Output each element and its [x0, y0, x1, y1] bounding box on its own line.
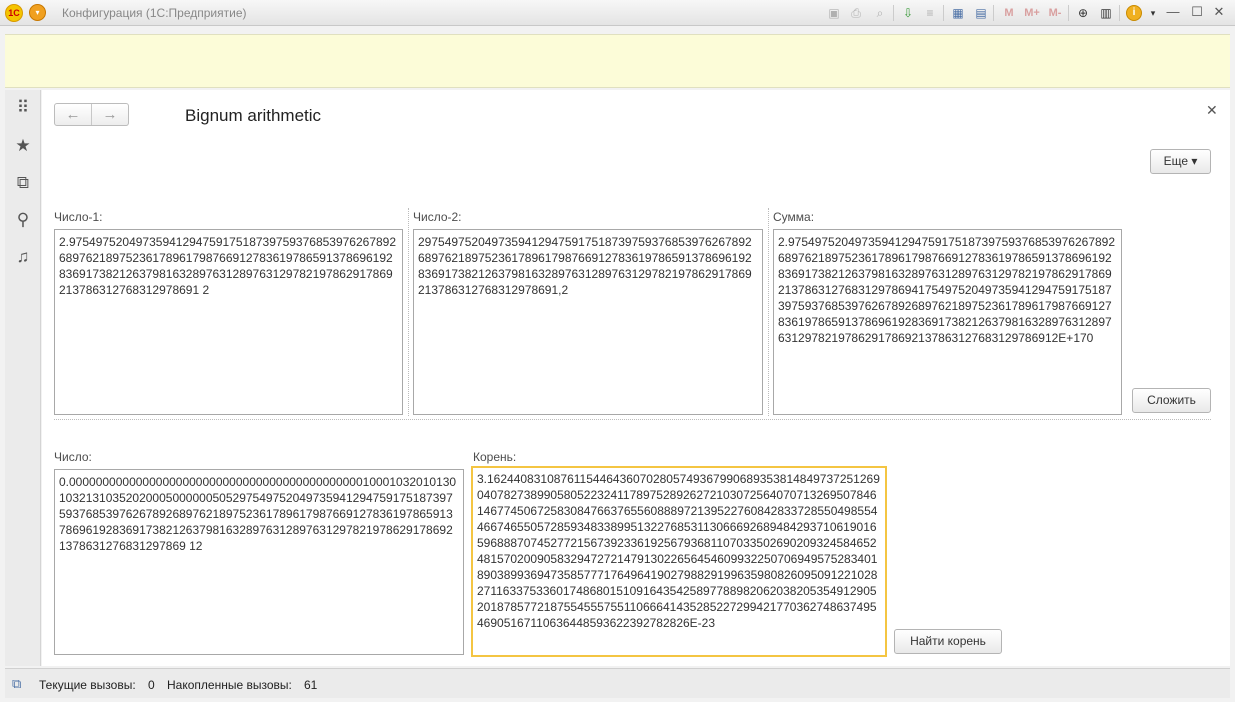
number1-label: Число-1:: [54, 210, 103, 224]
toolbar-separator: [943, 5, 944, 21]
sum-label: Сумма:: [773, 210, 815, 224]
find-root-button[interactable]: Найти корень: [894, 629, 1002, 654]
server-calls-icon[interactable]: ⧉: [12, 676, 30, 692]
toolbar-separator: [1119, 5, 1120, 21]
toolbar-separator: [993, 5, 994, 21]
memory-plus-icon[interactable]: M+: [1022, 5, 1042, 21]
print-icon[interactable]: ⎙: [848, 5, 864, 21]
memory-minus-icon[interactable]: M-: [1045, 5, 1065, 21]
number-field[interactable]: 0.00000000000000000000000000000000000000…: [54, 469, 464, 655]
column-separator: [768, 208, 769, 416]
preview-icon[interactable]: ⌕: [872, 5, 888, 21]
back-arrow-icon[interactable]: ←: [55, 104, 91, 125]
current-calls-value: 0: [148, 678, 155, 692]
info-bar: [5, 34, 1230, 88]
close-window-icon[interactable]: ✕: [1210, 3, 1228, 21]
number2-field[interactable]: 2975497520497359412947591751873975937685…: [413, 229, 763, 415]
navigation-buttons: ← →: [54, 103, 129, 126]
toolbar-separator: [1068, 5, 1069, 21]
row-separator: [54, 419, 1211, 420]
search-icon[interactable]: ⚲: [13, 210, 33, 230]
panels-icon[interactable]: ▥: [1098, 5, 1114, 21]
calculator-icon[interactable]: ▦: [950, 5, 966, 21]
add-button[interactable]: Сложить: [1132, 388, 1211, 413]
close-form-icon[interactable]: ✕: [1206, 102, 1218, 119]
toolbar-separator: [893, 5, 894, 21]
minimize-icon[interactable]: —: [1164, 3, 1182, 21]
accumulated-calls-value: 61: [304, 678, 318, 692]
zoom-icon[interactable]: ⊕: [1075, 5, 1091, 21]
current-calls-label: Текущие вызовы:: [39, 678, 136, 692]
accumulated-calls-label: Накопленные вызовы:: [167, 678, 292, 692]
status-bar: ⧉ Текущие вызовы: 0 Накопленные вызовы: …: [5, 668, 1230, 698]
window-title: Конфигурация (1С:Предприятие): [62, 6, 247, 20]
calendar-icon[interactable]: ▤: [973, 5, 989, 21]
form-area: ← → Bignum arithmetic ✕ Еще ▾ Число-1: 2…: [42, 90, 1230, 666]
title-bar: 1С ▾ Конфигурация (1С:Предприятие) ▣ ⎙ ⌕…: [0, 0, 1235, 26]
sidebar: ⠿ ★ ⧉ ⚲ ♫: [5, 90, 41, 666]
more-button[interactable]: Еще ▾: [1150, 149, 1211, 174]
forward-arrow-icon[interactable]: →: [91, 104, 128, 125]
memory-icon[interactable]: M: [1001, 5, 1017, 21]
apps-grid-icon[interactable]: ⠿: [13, 98, 33, 118]
history-icon[interactable]: ⧉: [13, 173, 33, 193]
save-to-file-icon[interactable]: ⇩: [900, 5, 916, 21]
maximize-icon[interactable]: ☐: [1188, 3, 1206, 21]
number1-field[interactable]: 2.97549752049735941294759175187397593768…: [54, 229, 403, 415]
bell-icon[interactable]: ♫: [13, 247, 33, 267]
star-icon[interactable]: ★: [13, 136, 33, 156]
info-icon[interactable]: i: [1126, 5, 1142, 21]
number2-label: Число-2:: [413, 210, 462, 224]
root-field[interactable]: 3.16244083108761154464360702805749367990…: [471, 466, 887, 657]
save-icon[interactable]: ▣: [826, 5, 842, 21]
main-menu-button[interactable]: ▾: [29, 4, 46, 21]
chevron-down-icon[interactable]: ▾: [1145, 5, 1161, 21]
app-logo: 1С: [5, 4, 23, 22]
root-label: Корень:: [473, 450, 517, 464]
sum-field[interactable]: 2.97549752049735941294759175187397593768…: [773, 229, 1122, 415]
history-icon[interactable]: ≡: [922, 5, 938, 21]
form-title: Bignum arithmetic: [185, 106, 322, 125]
column-separator: [408, 208, 409, 416]
number-label: Число:: [54, 450, 92, 464]
